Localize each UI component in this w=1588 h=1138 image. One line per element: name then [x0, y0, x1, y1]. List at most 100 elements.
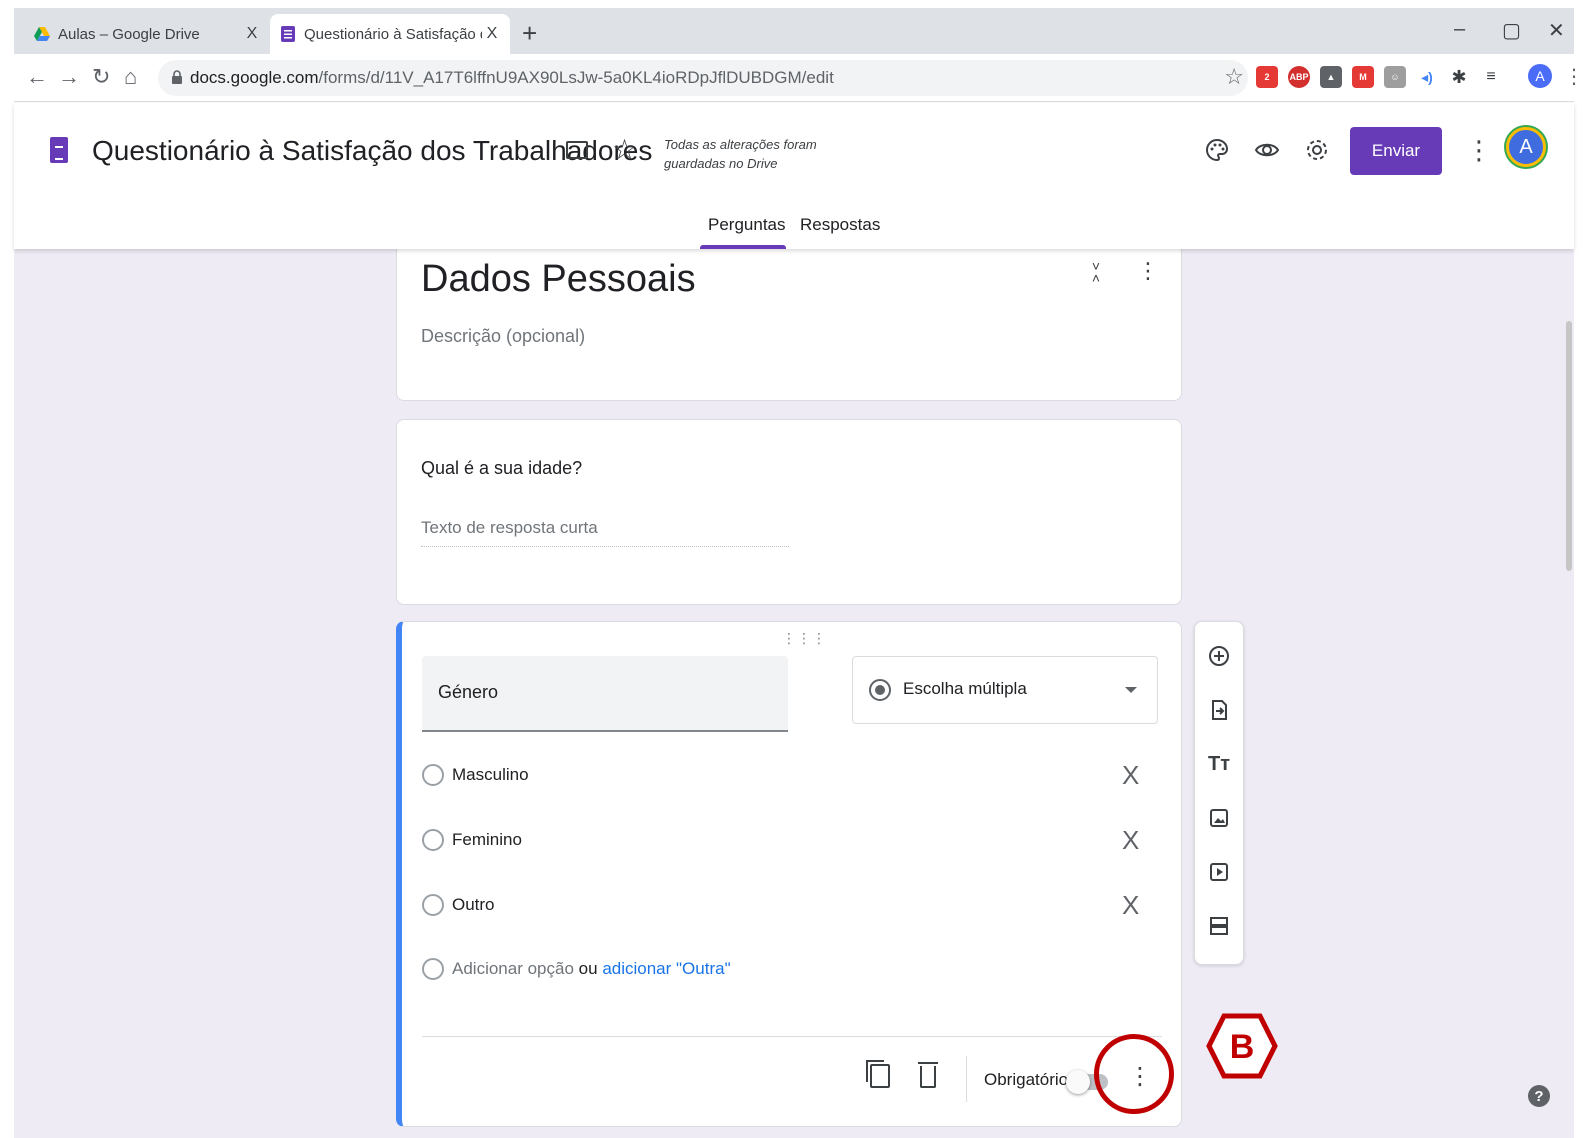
footer-divider: [422, 1036, 1162, 1037]
back-icon[interactable]: ←: [26, 64, 48, 90]
question-type-label: Escolha múltipla: [903, 679, 1027, 698]
remove-option-icon[interactable]: X: [1122, 825, 1139, 856]
star-icon[interactable]: ☆: [612, 133, 637, 166]
scrollbar[interactable]: [1566, 321, 1572, 571]
browser-toolbar: ← → ↻ ⌂ docs.google.com/forms/d/11V_A17T…: [14, 54, 1584, 102]
option-row[interactable]: Feminino X: [422, 825, 1162, 855]
reading-list-icon[interactable]: ≡: [1480, 66, 1502, 88]
url-path: /forms/d/11V_A17T6lffnU9AX90LsJw-5a0KL4i…: [318, 68, 834, 87]
add-image-icon[interactable]: [1207, 806, 1231, 830]
google-forms-icon: [281, 26, 295, 42]
add-option-button[interactable]: Adicionar opção: [452, 959, 574, 978]
url-host: docs.google.com: [190, 68, 319, 87]
add-option-row: Adicionar opção ou adicionar "Outra": [422, 954, 1162, 984]
new-tab-button[interactable]: +: [522, 18, 537, 49]
required-toggle-knob[interactable]: [1066, 1070, 1090, 1094]
floating-toolbar: Tт: [1194, 621, 1244, 965]
option-row[interactable]: Outro X: [422, 890, 1162, 920]
import-questions-icon[interactable]: [1207, 698, 1231, 722]
collapse-icon[interactable]: ˅ ˄: [1089, 259, 1103, 285]
question-type-dropdown[interactable]: Escolha múltipla: [852, 656, 1158, 724]
save-status: Todas as alterações foram guardadas no D…: [664, 137, 817, 171]
folder-icon[interactable]: [566, 141, 588, 159]
footer-separator: [966, 1056, 967, 1102]
remove-option-icon[interactable]: X: [1122, 890, 1139, 921]
reload-icon[interactable]: ↻: [92, 64, 110, 90]
close-tab-icon[interactable]: X: [242, 25, 262, 43]
question-title-text: Género: [438, 682, 499, 702]
delete-icon[interactable]: [918, 1062, 938, 1088]
close-tab-icon[interactable]: X: [482, 25, 502, 43]
add-option-or: ou: [578, 959, 598, 978]
extension-calendar-icon[interactable]: 2: [1256, 66, 1278, 88]
lock-icon: [172, 70, 182, 84]
option-label[interactable]: Feminino: [452, 830, 522, 850]
extension-red-icon[interactable]: M: [1352, 66, 1374, 88]
browser-tab-drive[interactable]: Aulas – Google Drive X: [20, 14, 270, 54]
account-avatar[interactable]: A: [1506, 127, 1546, 167]
option-label[interactable]: Masculino: [452, 765, 529, 785]
required-label: Obrigatório: [984, 1070, 1069, 1089]
section-description-input[interactable]: Descrição (opcional): [421, 326, 585, 347]
close-window-icon[interactable]: ✕: [1548, 18, 1565, 43]
section-more-icon[interactable]: ⋮: [1137, 258, 1159, 284]
forms-logo-icon[interactable]: [50, 137, 68, 163]
google-drive-icon: [34, 27, 50, 41]
home-icon[interactable]: ⌂: [124, 64, 137, 90]
tab-questions[interactable]: Perguntas: [708, 215, 786, 235]
form-canvas: Dados Pessoais Descrição (opcional) ˅ ˄ ⋮…: [14, 239, 1574, 1138]
annotation-b-badge: B: [1206, 1013, 1278, 1079]
radio-circle-icon: [422, 958, 444, 980]
minimize-icon[interactable]: –: [1454, 18, 1465, 41]
address-bar[interactable]: docs.google.com/forms/d/11V_A17T6lffnU9A…: [158, 60, 1248, 96]
browser-tab-forms[interactable]: Questionário à Satisfação dos Tra X: [270, 14, 510, 54]
settings-gear-icon[interactable]: [1304, 137, 1330, 163]
drive-extension-icon[interactable]: ▲: [1320, 66, 1342, 88]
form-tabs: Perguntas Respostas: [14, 203, 1574, 249]
help-icon[interactable]: ?: [1528, 1085, 1550, 1107]
preview-eye-icon[interactable]: [1254, 137, 1280, 163]
more-options-icon[interactable]: ⋮: [1466, 135, 1492, 166]
profile-avatar[interactable]: A: [1528, 64, 1552, 88]
tab-title: Questionário à Satisfação dos Tra: [304, 25, 482, 43]
send-button[interactable]: Enviar: [1350, 127, 1442, 175]
duplicate-icon[interactable]: [866, 1060, 890, 1088]
question-title[interactable]: Qual é a sua idade?: [421, 458, 582, 479]
extension-mascot-icon[interactable]: ☺: [1384, 66, 1406, 88]
option-label[interactable]: Outro: [452, 895, 495, 915]
url-text: docs.google.com/forms/d/11V_A17T6lffnU9A…: [190, 68, 834, 88]
question-title-input[interactable]: Género: [422, 656, 788, 732]
chrome-menu-icon[interactable]: ⋮: [1564, 64, 1584, 89]
remove-option-icon[interactable]: X: [1122, 760, 1139, 791]
annotation-circle: [1094, 1034, 1174, 1114]
add-option-line: Adicionar opção ou adicionar "Outra": [452, 959, 731, 979]
adblock-icon[interactable]: ABP: [1288, 66, 1310, 88]
radio-circle-icon: [422, 894, 444, 916]
add-question-icon[interactable]: [1207, 644, 1231, 668]
bookmark-star-icon[interactable]: ☆: [1224, 64, 1244, 90]
add-video-icon[interactable]: [1207, 860, 1231, 884]
extensions-puzzle-icon[interactable]: ✱: [1448, 66, 1470, 88]
short-answer-field: Texto de resposta curta: [421, 518, 789, 547]
sound-icon[interactable]: ◂): [1416, 66, 1438, 88]
add-other-link[interactable]: adicionar "Outra": [602, 959, 730, 978]
forward-icon[interactable]: →: [58, 64, 80, 90]
tab-title: Aulas – Google Drive: [58, 25, 200, 43]
question-card-age[interactable]: Qual é a sua idade? Texto de resposta cu…: [396, 419, 1182, 605]
palette-icon[interactable]: [1204, 137, 1230, 163]
radio-circle-icon: [422, 764, 444, 786]
dropdown-arrow-icon: [1125, 687, 1137, 693]
add-section-icon[interactable]: [1207, 914, 1231, 938]
drag-handle-icon[interactable]: ⋮⋮⋮: [782, 630, 827, 647]
section-header-card[interactable]: Dados Pessoais Descrição (opcional) ˅ ˄ ⋮: [396, 239, 1182, 401]
forms-header: Questionário à Satisfação dos Trabalhado…: [14, 103, 1574, 249]
radio-circle-icon: [422, 829, 444, 851]
add-title-icon[interactable]: Tт: [1207, 752, 1231, 776]
section-title[interactable]: Dados Pessoais: [421, 258, 696, 301]
restore-icon[interactable]: ▢: [1502, 18, 1521, 43]
question-card-gender[interactable]: ⋮⋮⋮ Género Escolha múltipla Masculino X …: [396, 621, 1182, 1127]
radio-button-icon: [869, 679, 891, 701]
tab-responses[interactable]: Respostas: [800, 215, 880, 235]
browser-tab-bar: Aulas – Google Drive X Questionário à Sa…: [14, 8, 1574, 54]
option-row[interactable]: Masculino X: [422, 760, 1162, 790]
